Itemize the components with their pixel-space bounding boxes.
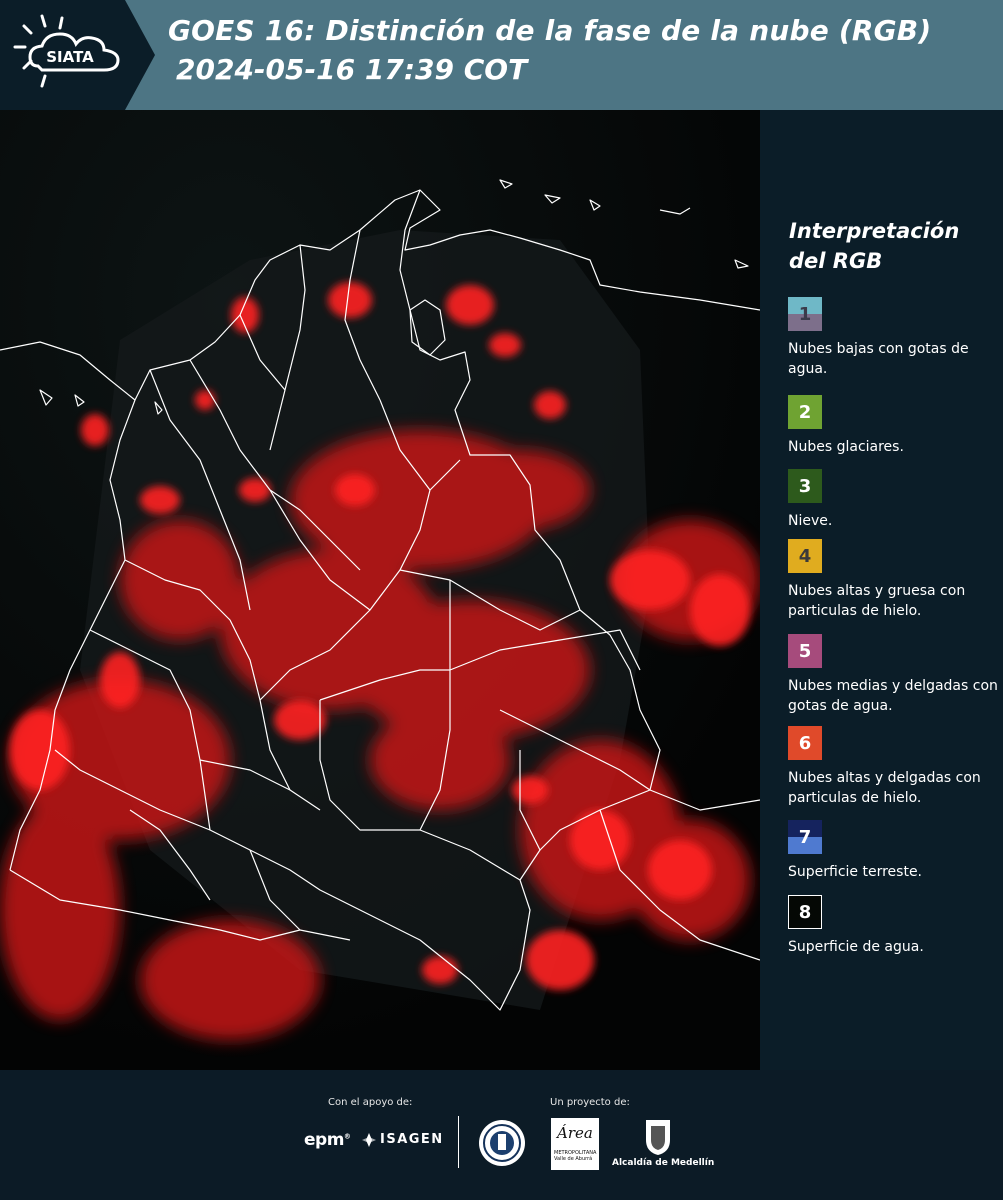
legend-item-3: 3 Nieve. <box>788 469 1003 531</box>
university-seal-icon <box>479 1120 525 1166</box>
legend-item-2: 2 Nubes glaciares. <box>788 395 1003 457</box>
colombia-rgb-map <box>0 110 760 1070</box>
footer-bar: Con el apoyo de: Un proyecto de: epm® IS… <box>0 1070 1003 1200</box>
legend-item-7: 7 Superficie terreste. <box>788 820 1003 882</box>
legend-swatch-5: 5 <box>788 634 822 668</box>
legend-title: Interpretación del RGB <box>789 219 960 273</box>
coat-of-arms-icon <box>646 1120 670 1155</box>
legend-item-6: 6 Nubes altas y delgadas con particulas … <box>788 726 1003 808</box>
legend-panel: Interpretación del RGB 1 Nubes bajas con… <box>760 110 1003 1070</box>
siata-logo-text: SIATA <box>46 48 94 66</box>
legend-swatch-1: 1 <box>788 297 822 331</box>
legend-label-2: Nubes glaciares. <box>788 439 904 455</box>
project-label: Un proyecto de: <box>550 1097 630 1108</box>
page-timestamp: 2024-05-16 17:39 COT <box>176 53 528 86</box>
legend-item-4: 4 Nubes altas y gruesa con particulas de… <box>788 539 1003 621</box>
legend-swatch-4: 4 <box>788 539 822 573</box>
legend-swatch-2: 2 <box>788 395 822 429</box>
legend-label-5: Nubes medias y delgadas con gotas de agu… <box>788 678 998 714</box>
legend-label-4: Nubes altas y gruesa con particulas de h… <box>788 583 966 619</box>
area-metropolitana-logo: Área METROPOLITANA Valle de Aburrá <box>551 1118 599 1170</box>
footer-divider <box>458 1116 459 1168</box>
satellite-map <box>0 110 760 1070</box>
legend-swatch-3: 3 <box>788 469 822 503</box>
legend-label-3: Nieve. <box>788 513 833 529</box>
legend-label-6: Nubes altas y delgadas con particulas de… <box>788 770 981 806</box>
legend-swatch-7: 7 <box>788 820 822 854</box>
legend-label-1: Nubes bajas con gotas de agua. <box>788 341 969 377</box>
isagen-logo: ISAGEN <box>362 1132 444 1147</box>
page-title: GOES 16: Distinción de la fase de la nub… <box>168 14 932 47</box>
legend-swatch-6: 6 <box>788 726 822 760</box>
legend-item-8: 8 Superficie de agua. <box>788 895 1003 957</box>
legend-label-8: Superficie de agua. <box>788 939 924 955</box>
legend-item-5: 5 Nubes medias y delgadas con gotas de a… <box>788 634 1003 716</box>
legend-item-1: 1 Nubes bajas con gotas de agua. <box>788 297 1003 379</box>
siata-logo: SIATA <box>0 0 155 110</box>
header-bar: SIATA GOES 16: Distinción de la fase de … <box>0 0 1003 110</box>
support-label: Con el apoyo de: <box>328 1097 413 1108</box>
legend-swatch-8: 8 <box>788 895 822 929</box>
isagen-icon <box>362 1132 376 1147</box>
legend-label-7: Superficie terreste. <box>788 864 923 880</box>
epm-logo: epm® <box>304 1130 351 1150</box>
